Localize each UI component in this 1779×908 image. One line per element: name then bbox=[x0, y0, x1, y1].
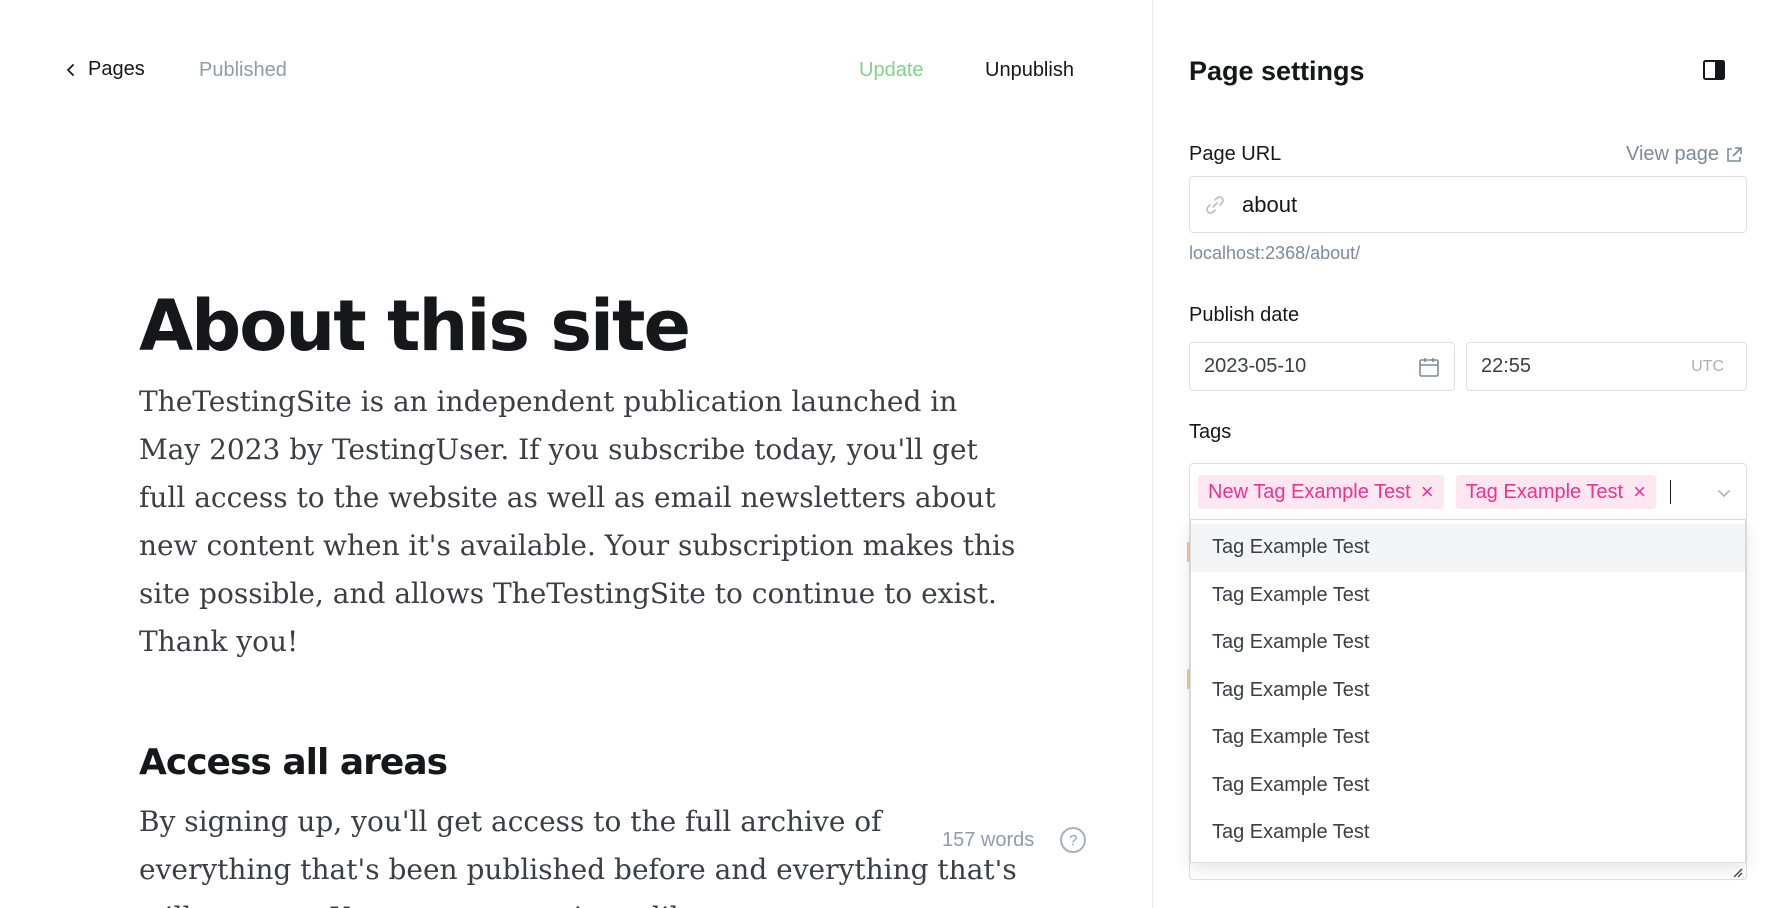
settings-title: Page settings bbox=[1189, 56, 1365, 86]
tag-option[interactable]: Tag Example Test bbox=[1191, 524, 1745, 572]
publish-time-field[interactable]: 22:55 UTC bbox=[1466, 342, 1747, 391]
unpublish-button[interactable]: Unpublish bbox=[985, 59, 1074, 82]
back-to-pages-link[interactable]: Pages bbox=[64, 58, 145, 81]
page-url-field[interactable] bbox=[1189, 176, 1747, 233]
tag-option[interactable]: Tag Example Test bbox=[1191, 619, 1745, 667]
tag-option[interactable]: Tag Example Test bbox=[1191, 714, 1745, 762]
tag-remove-icon[interactable]: × bbox=[1421, 481, 1434, 503]
tag-chip-label: Tag Example Test bbox=[1465, 480, 1624, 503]
tag-option[interactable]: Tag Example Test bbox=[1191, 667, 1745, 715]
tag-chip: Tag Example Test × bbox=[1455, 475, 1656, 509]
timezone-label: UTC bbox=[1691, 357, 1724, 375]
back-label: Pages bbox=[88, 58, 145, 80]
tag-chip: New Tag Example Test × bbox=[1198, 475, 1444, 509]
section-heading[interactable]: Access all areas bbox=[139, 738, 1019, 788]
post-status: Published bbox=[199, 59, 287, 81]
settings-panel: Page settings Page URL View page localho… bbox=[1153, 0, 1779, 908]
tags-input[interactable]: New Tag Example Test × Tag Example Test … bbox=[1189, 463, 1747, 520]
paragraph-intro[interactable]: TheTestingSite is an independent publica… bbox=[139, 378, 1019, 666]
help-icon[interactable]: ? bbox=[1060, 827, 1087, 853]
tag-option[interactable]: Tag Example Test bbox=[1191, 572, 1745, 620]
publish-date-field[interactable]: 2023-05-10 bbox=[1189, 342, 1455, 391]
publish-date-value: 2023-05-10 bbox=[1204, 355, 1307, 377]
tag-remove-icon[interactable]: × bbox=[1633, 481, 1646, 503]
tags-label: Tags bbox=[1189, 421, 1232, 443]
word-count-bar: 157 words ? bbox=[926, 820, 1095, 860]
paragraph-access[interactable]: By signing up, you'll get access to the … bbox=[139, 798, 1019, 908]
publish-date-label: Publish date bbox=[1189, 304, 1300, 326]
resize-handle-icon[interactable] bbox=[1731, 866, 1743, 878]
external-link-icon bbox=[1727, 146, 1742, 162]
editor-header: Pages Published Update Unpublish bbox=[0, 0, 1152, 142]
chevron-down-icon[interactable] bbox=[1716, 485, 1732, 501]
update-button[interactable]: Update bbox=[859, 59, 924, 82]
chevron-left-icon bbox=[67, 63, 74, 76]
link-icon bbox=[1206, 195, 1224, 214]
page-url-input[interactable] bbox=[1242, 191, 1722, 218]
page-url-hint: localhost:2368/about/ bbox=[1189, 243, 1361, 263]
page-url-label: Page URL bbox=[1189, 143, 1282, 165]
tags-dropdown: Tag Example Test Tag Example Test Tag Ex… bbox=[1190, 519, 1746, 863]
tag-chip-label: New Tag Example Test bbox=[1208, 480, 1411, 503]
view-page-link[interactable]: View page bbox=[1626, 143, 1743, 166]
tag-option[interactable]: Tag Example Test bbox=[1191, 809, 1745, 857]
publish-time-value: 22:55 bbox=[1481, 355, 1532, 377]
tag-option[interactable]: Tag Example Test bbox=[1191, 762, 1745, 810]
editor-content[interactable]: About this site TheTestingSite is an ind… bbox=[139, 284, 1019, 908]
text-caret bbox=[1669, 480, 1671, 504]
calendar-icon[interactable] bbox=[1418, 356, 1440, 378]
page-title[interactable]: About this site bbox=[139, 284, 1019, 368]
sidebar-toggle-icon[interactable] bbox=[1701, 57, 1727, 83]
view-page-label: View page bbox=[1626, 143, 1720, 165]
word-count: 157 words bbox=[942, 828, 1035, 851]
editor-pane: Pages Published Update Unpublish About t… bbox=[0, 0, 1152, 908]
